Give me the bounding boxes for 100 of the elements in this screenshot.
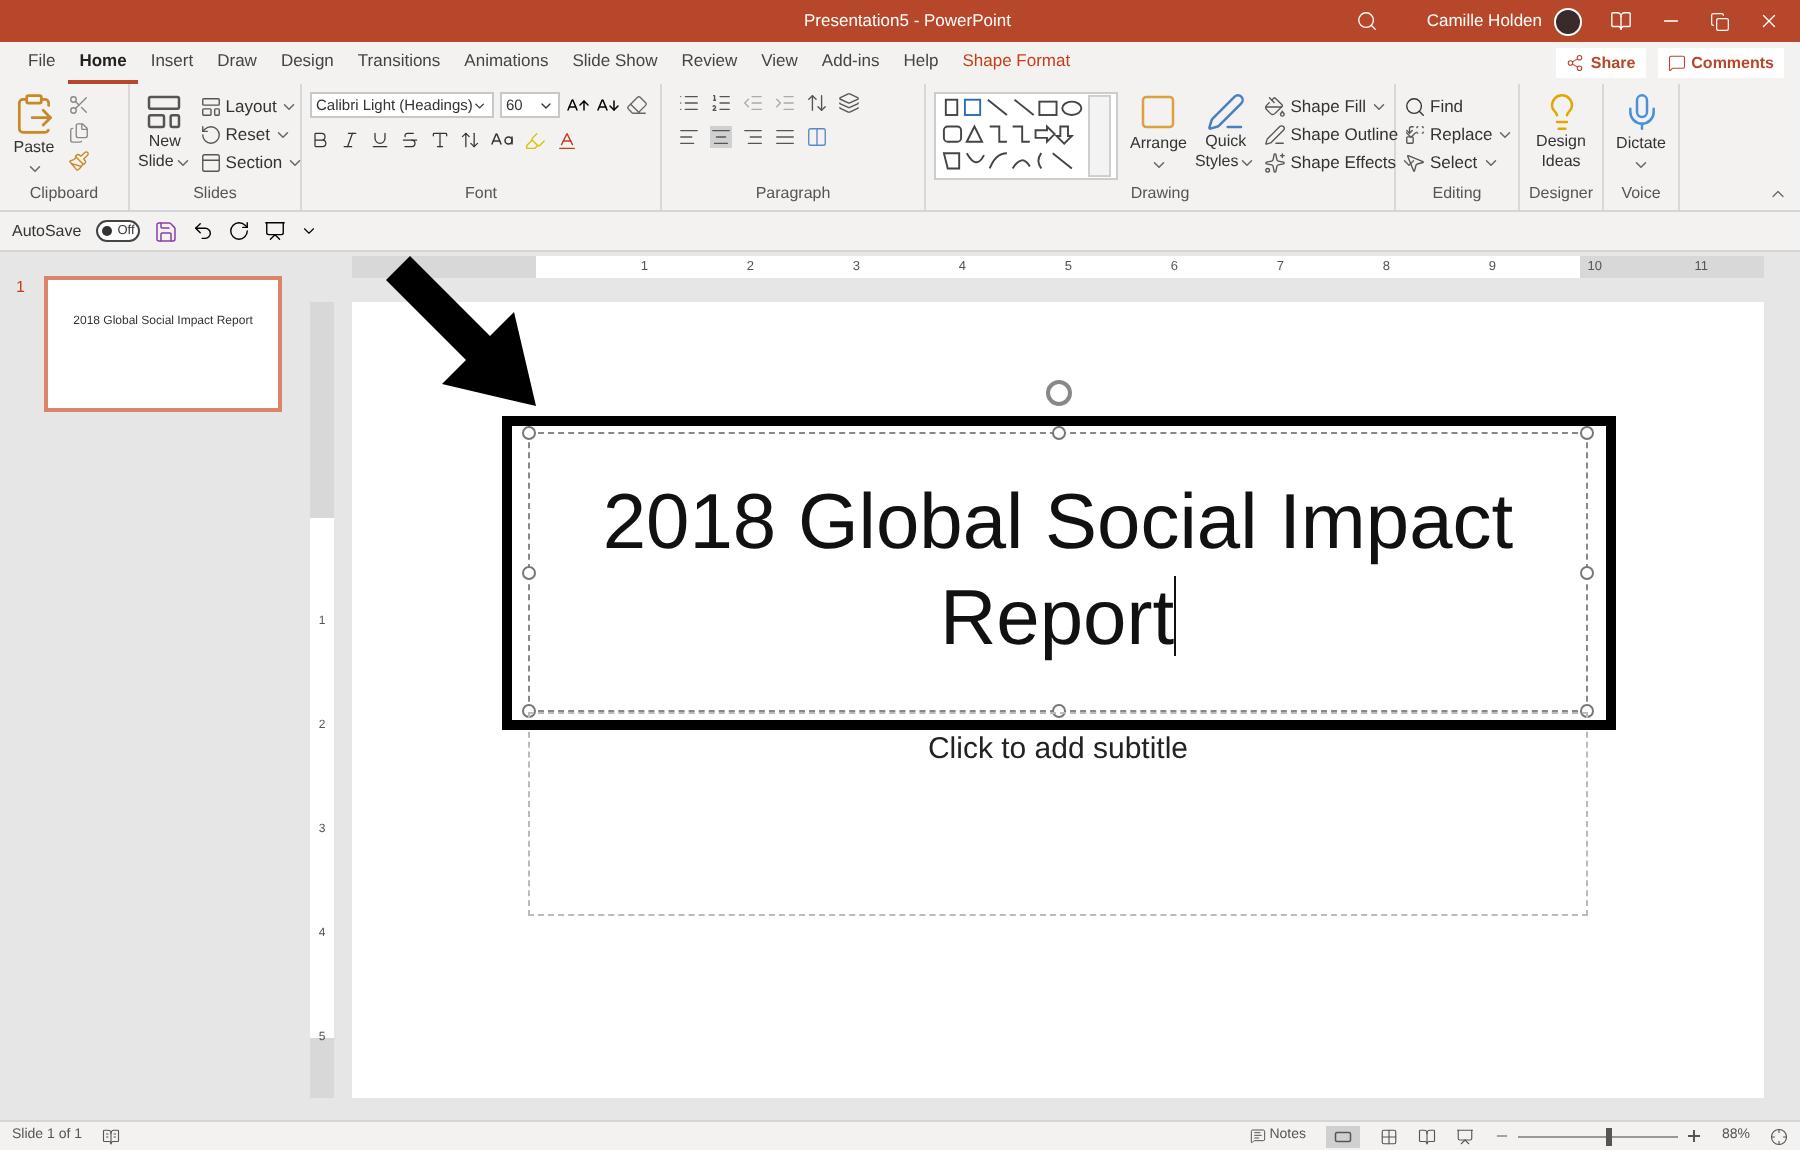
ribbon-tab[interactable]: File	[16, 42, 68, 84]
slide-number: 1	[16, 276, 27, 300]
reading-view-icon[interactable]	[1417, 1127, 1436, 1145]
save-icon[interactable]	[154, 219, 179, 243]
justify-icon[interactable]	[774, 126, 796, 148]
layout-icon	[199, 95, 222, 117]
columns-icon[interactable]	[806, 126, 828, 148]
resize-handle[interactable]	[1580, 704, 1594, 718]
underline-icon[interactable]	[370, 130, 390, 150]
design-ideas-button[interactable]: Design Ideas	[1528, 92, 1594, 172]
fit-slide-icon[interactable]	[1770, 1127, 1788, 1145]
section-button[interactable]: Section	[199, 148, 305, 176]
slideshow-icon[interactable]	[1455, 1127, 1474, 1145]
undo-icon[interactable]	[192, 220, 215, 242]
ribbon-tab[interactable]: View	[749, 42, 810, 84]
button-label: Quick	[1205, 132, 1247, 152]
ribbon-tab[interactable]: Transitions	[345, 42, 453, 84]
shape-outline-icon	[1264, 123, 1287, 145]
button-label: New	[148, 132, 181, 152]
resize-handle[interactable]	[522, 704, 536, 718]
accessibility-icon[interactable]	[102, 1127, 121, 1145]
group-label: Editing	[1430, 182, 1484, 206]
new-slide-button[interactable]: New Slide	[138, 92, 192, 172]
align-left-icon[interactable]	[678, 126, 700, 148]
zoom-in-icon[interactable]	[1685, 1128, 1702, 1144]
ribbon-tab[interactable]: Review	[669, 42, 750, 84]
select-icon	[1404, 151, 1426, 173]
section-icon	[199, 151, 222, 173]
format-painter-icon[interactable]	[68, 150, 90, 172]
dictate-button[interactable]: Dictate	[1612, 92, 1670, 174]
comments-button[interactable]: Comments	[1657, 48, 1784, 78]
ribbon-tab[interactable]: Slide Show	[560, 42, 670, 84]
resize-handle[interactable]	[1580, 426, 1594, 440]
shrink-font-icon[interactable]	[596, 93, 620, 117]
reset-icon	[199, 123, 222, 145]
redo-icon[interactable]	[228, 220, 251, 242]
arrange-button[interactable]: Arrange	[1130, 92, 1187, 174]
paste-button[interactable]: Paste	[8, 92, 60, 178]
group-label: Font	[462, 182, 499, 206]
search-icon	[1404, 95, 1426, 117]
autosave-label: AutoSave	[12, 219, 82, 243]
numbering-icon[interactable]	[710, 92, 732, 114]
ribbon-tab[interactable]: Insert	[138, 42, 206, 84]
italic-icon[interactable]	[340, 130, 360, 150]
align-right-icon[interactable]	[742, 126, 764, 148]
shape-effects-button[interactable]: Shape Effects	[1264, 148, 1421, 176]
ribbon-tab[interactable]: Animations	[452, 42, 561, 84]
grow-font-icon[interactable]	[566, 93, 590, 117]
slide-title: 2018 Global Social Impact Report	[558, 476, 1558, 668]
shape-outline-button[interactable]: Shape Outline	[1264, 120, 1421, 148]
resize-handle[interactable]	[522, 566, 536, 580]
arrange-icon	[1138, 92, 1179, 132]
quick-styles-button[interactable]: Quick Styles	[1194, 92, 1257, 172]
normal-view-icon[interactable]	[1325, 1125, 1360, 1147]
caret-icon	[1149, 156, 1168, 174]
ribbon-display-icon[interactable]	[1610, 10, 1632, 32]
rotate-handle[interactable]	[1046, 380, 1072, 406]
customize-icon[interactable]	[300, 222, 319, 240]
bold-icon[interactable]	[310, 130, 330, 150]
subtitle-prompt: Click to add subtitle	[927, 730, 1189, 770]
button-label: Ideas	[1541, 152, 1581, 172]
presentation-icon[interactable]	[264, 220, 287, 242]
resize-handle[interactable]	[522, 426, 536, 440]
ribbon-tab[interactable]: Help	[891, 42, 951, 84]
align-center-icon[interactable]	[710, 126, 732, 148]
layout-button[interactable]: Layout	[199, 92, 305, 120]
zoom-thumb[interactable]	[1605, 1127, 1612, 1145]
copy-icon[interactable]	[68, 122, 90, 144]
restore-icon[interactable]	[1710, 11, 1730, 31]
ribbon-tab[interactable]: Design	[268, 42, 346, 84]
close-icon[interactable]	[1758, 10, 1780, 32]
caret-icon	[472, 97, 488, 113]
button-label: Styles	[1194, 152, 1257, 172]
ribbon-tab[interactable]: Draw	[205, 42, 269, 84]
ribbon-tab[interactable]: Shape Format	[950, 42, 1083, 84]
subtitle-placeholder[interactable]: Click to add subtitle	[528, 712, 1588, 916]
group-label: Drawing	[1128, 182, 1192, 206]
resize-handle[interactable]	[1580, 566, 1594, 580]
cut-icon[interactable]	[68, 94, 90, 116]
group-label: Voice	[1619, 182, 1663, 206]
resize-handle[interactable]	[1052, 704, 1066, 718]
shape-fill-button[interactable]: Shape Fill	[1264, 92, 1421, 120]
share-button[interactable]: Share	[1556, 48, 1646, 78]
search-icon[interactable]	[1356, 10, 1379, 32]
resize-handle[interactable]	[1052, 426, 1066, 440]
replace-button[interactable]: Replace	[1404, 120, 1515, 148]
shape-fill-icon	[1264, 95, 1287, 117]
group-label: Paragraph	[753, 182, 833, 206]
sorter-view-icon[interactable]	[1379, 1127, 1398, 1145]
button-label: Slide	[138, 152, 192, 172]
quick-styles-icon	[1205, 92, 1246, 132]
ribbon-tab[interactable]: Add-ins	[809, 42, 892, 84]
reset-button[interactable]: Reset	[199, 120, 305, 148]
line-spacing-icon[interactable]	[806, 92, 828, 114]
button-label: Design	[1536, 132, 1586, 152]
font-color-icon[interactable]	[556, 129, 578, 151]
spacing-icon[interactable]	[460, 130, 480, 150]
avatar[interactable]	[1554, 7, 1582, 35]
clear-format-icon[interactable]	[626, 94, 648, 116]
shapes-gallery[interactable]	[934, 92, 1118, 180]
